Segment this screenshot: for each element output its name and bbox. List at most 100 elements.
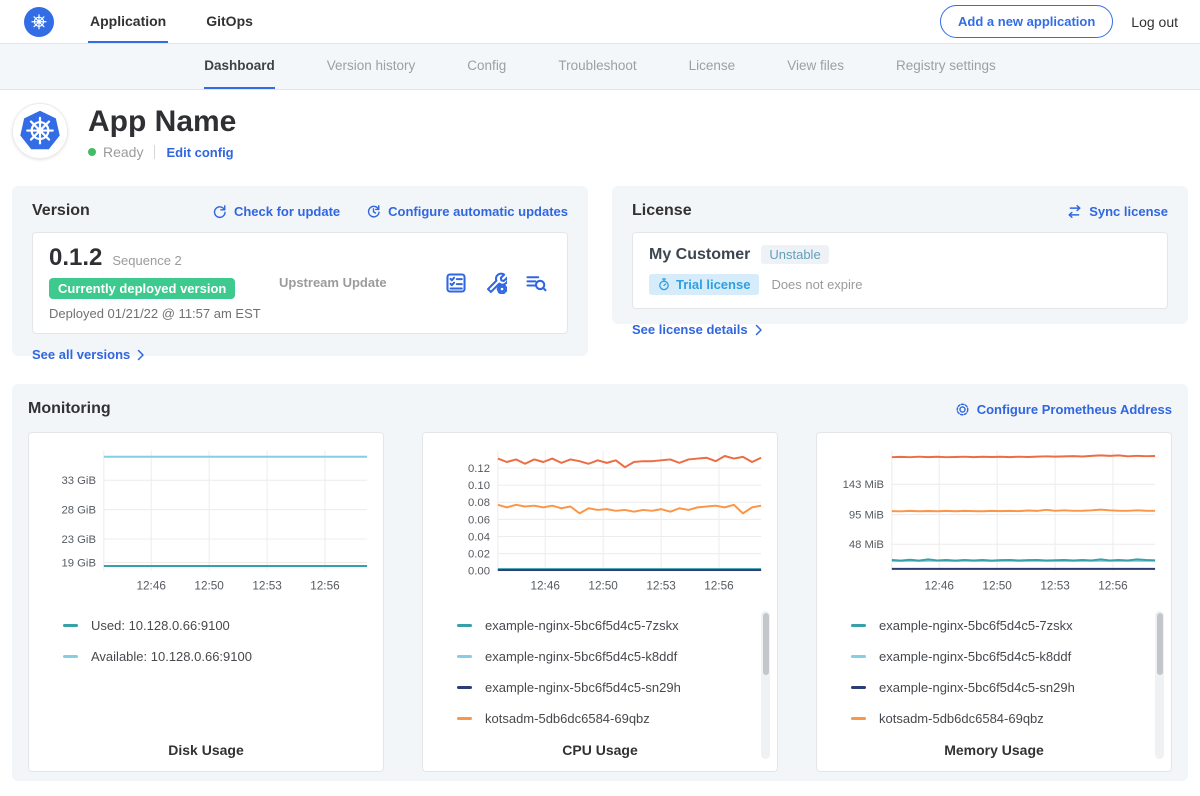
- legend-item: Available: 10.128.0.66:9100: [63, 649, 373, 664]
- scrollbar-thumb[interactable]: [1157, 613, 1163, 675]
- license-panel: My Customer Unstable Trial license Does …: [632, 232, 1168, 309]
- chart-title: Disk Usage: [29, 742, 383, 758]
- top-nav: Application GitOps Add a new application…: [0, 0, 1200, 43]
- svg-text:0.08: 0.08: [468, 497, 490, 509]
- legend-swatch: [457, 686, 472, 689]
- legend-item: example-nginx-5bc6f5d4c5-k8ddf: [457, 649, 767, 664]
- legend-item: kotsadm-5db6dc6584-69qbz: [457, 711, 767, 726]
- svg-text:12:46: 12:46: [136, 579, 166, 592]
- tab-version-history[interactable]: Version history: [327, 44, 416, 89]
- legend-swatch: [457, 717, 472, 720]
- legend-swatch: [851, 717, 866, 720]
- see-license-details-link[interactable]: See license details: [632, 322, 763, 337]
- configure-prometheus-label: Configure Prometheus Address: [977, 402, 1172, 417]
- refresh-icon: [212, 204, 227, 219]
- svg-text:12:56: 12:56: [1098, 579, 1128, 592]
- cpu-usage-legend: example-nginx-5bc6f5d4c5-7zskx example-n…: [433, 618, 767, 726]
- svg-text:0.00: 0.00: [468, 566, 490, 578]
- deployed-timestamp: Deployed 01/21/22 @ 11:57 am EST: [49, 306, 267, 321]
- app-tabs: Dashboard Version history Config Trouble…: [0, 43, 1200, 90]
- customer-name: My Customer: [649, 246, 750, 264]
- legend-item: example-nginx-5bc6f5d4c5-sn29h: [851, 680, 1161, 695]
- svg-text:0.06: 0.06: [468, 514, 490, 526]
- configure-automatic-updates-label: Configure automatic updates: [388, 204, 568, 219]
- legend-label: Used: 10.128.0.66:9100: [91, 618, 230, 633]
- tab-troubleshoot[interactable]: Troubleshoot: [558, 44, 636, 89]
- svg-text:12:50: 12:50: [982, 579, 1012, 592]
- scrollbar-thumb[interactable]: [763, 613, 769, 675]
- svg-text:28 GiB: 28 GiB: [61, 505, 96, 517]
- nav-application[interactable]: Application: [88, 0, 168, 43]
- svg-text:0.02: 0.02: [468, 549, 490, 561]
- version-card: Version Check for update: [12, 186, 588, 356]
- add-application-button[interactable]: Add a new application: [940, 5, 1113, 38]
- see-all-versions-link[interactable]: See all versions: [32, 347, 145, 362]
- legend-swatch: [63, 655, 78, 658]
- legend-item: example-nginx-5bc6f5d4c5-7zskx: [457, 618, 767, 633]
- logout-button[interactable]: Log out: [1131, 14, 1180, 30]
- svg-text:12:46: 12:46: [530, 579, 560, 592]
- legend-scrollbar[interactable]: [761, 611, 770, 759]
- tab-config[interactable]: Config: [467, 44, 506, 89]
- legend-item: example-nginx-5bc6f5d4c5-7zskx: [851, 618, 1161, 633]
- legend-swatch: [63, 624, 78, 627]
- deployed-version-badge: Currently deployed version: [49, 278, 235, 299]
- memory-usage-legend: example-nginx-5bc6f5d4c5-7zskx example-n…: [827, 618, 1161, 726]
- status-dot: [88, 148, 96, 156]
- app-header: App Name Ready Edit config: [0, 90, 1200, 176]
- sync-icon: [1067, 204, 1082, 219]
- stopwatch-icon: [658, 278, 670, 291]
- legend-item: kotsadm-5db6dc6584-69qbz: [851, 711, 1161, 726]
- sync-license-link[interactable]: Sync license: [1067, 204, 1168, 219]
- license-card-title: License: [632, 202, 692, 220]
- preflight-checks-icon[interactable]: [445, 272, 467, 294]
- configure-prometheus-link[interactable]: Configure Prometheus Address: [955, 402, 1172, 417]
- edit-config-link[interactable]: Edit config: [166, 145, 233, 160]
- page-title: App Name: [88, 105, 236, 138]
- license-expiry: Does not expire: [771, 277, 862, 292]
- svg-text:48 MiB: 48 MiB: [849, 539, 884, 551]
- svg-text:12:53: 12:53: [252, 579, 282, 592]
- license-type-badge: Trial license: [649, 274, 759, 295]
- legend-item: example-nginx-5bc6f5d4c5-k8ddf: [851, 649, 1161, 664]
- legend-swatch: [851, 686, 866, 689]
- chevron-right-icon: [755, 324, 763, 336]
- tab-view-files[interactable]: View files: [787, 44, 844, 89]
- svg-text:0.12: 0.12: [468, 463, 490, 475]
- disk-usage-chart: 33 GiB28 GiB23 GiB19 GiB12:4612:5012:531…: [39, 445, 373, 594]
- config-wrench-icon[interactable]: [485, 272, 507, 294]
- legend-label: Available: 10.128.0.66:9100: [91, 649, 252, 664]
- check-for-update-label: Check for update: [234, 204, 340, 219]
- memory-usage-chart: 143 MiB95 MiB48 MiB12:4612:5012:5312:56: [827, 445, 1161, 594]
- svg-text:0.04: 0.04: [468, 531, 490, 543]
- sync-license-label: Sync license: [1089, 204, 1168, 219]
- deploy-logs-icon[interactable]: [525, 272, 547, 294]
- legend-swatch: [851, 624, 866, 627]
- chevron-right-icon: [137, 349, 145, 361]
- chart-title: CPU Usage: [423, 742, 777, 758]
- configure-automatic-updates-link[interactable]: Configure automatic updates: [366, 204, 568, 219]
- svg-text:12:56: 12:56: [704, 579, 734, 592]
- legend-label: example-nginx-5bc6f5d4c5-sn29h: [879, 680, 1075, 695]
- tab-license[interactable]: License: [689, 44, 736, 89]
- monitoring-card: Monitoring Configure Prometheus Address …: [12, 384, 1188, 781]
- disk-usage-legend: Used: 10.128.0.66:9100 Available: 10.128…: [39, 618, 373, 664]
- tab-registry-settings[interactable]: Registry settings: [896, 44, 996, 89]
- legend-swatch: [851, 655, 866, 658]
- see-all-versions-label: See all versions: [32, 347, 130, 362]
- svg-text:12:50: 12:50: [194, 579, 224, 592]
- nav-gitops[interactable]: GitOps: [204, 0, 255, 43]
- divider: [154, 145, 155, 159]
- kubernetes-logo-icon: [24, 7, 54, 37]
- svg-text:143 MiB: 143 MiB: [843, 479, 884, 491]
- tab-dashboard[interactable]: Dashboard: [204, 44, 275, 89]
- see-license-details-label: See license details: [632, 322, 748, 337]
- legend-scrollbar[interactable]: [1155, 611, 1164, 759]
- legend-label: example-nginx-5bc6f5d4c5-k8ddf: [485, 649, 677, 664]
- svg-text:0.10: 0.10: [468, 480, 490, 492]
- legend-item: Used: 10.128.0.66:9100: [63, 618, 373, 633]
- check-for-update-link[interactable]: Check for update: [212, 204, 340, 219]
- svg-text:12:46: 12:46: [924, 579, 954, 592]
- svg-text:12:56: 12:56: [310, 579, 340, 592]
- svg-text:19 GiB: 19 GiB: [61, 557, 96, 569]
